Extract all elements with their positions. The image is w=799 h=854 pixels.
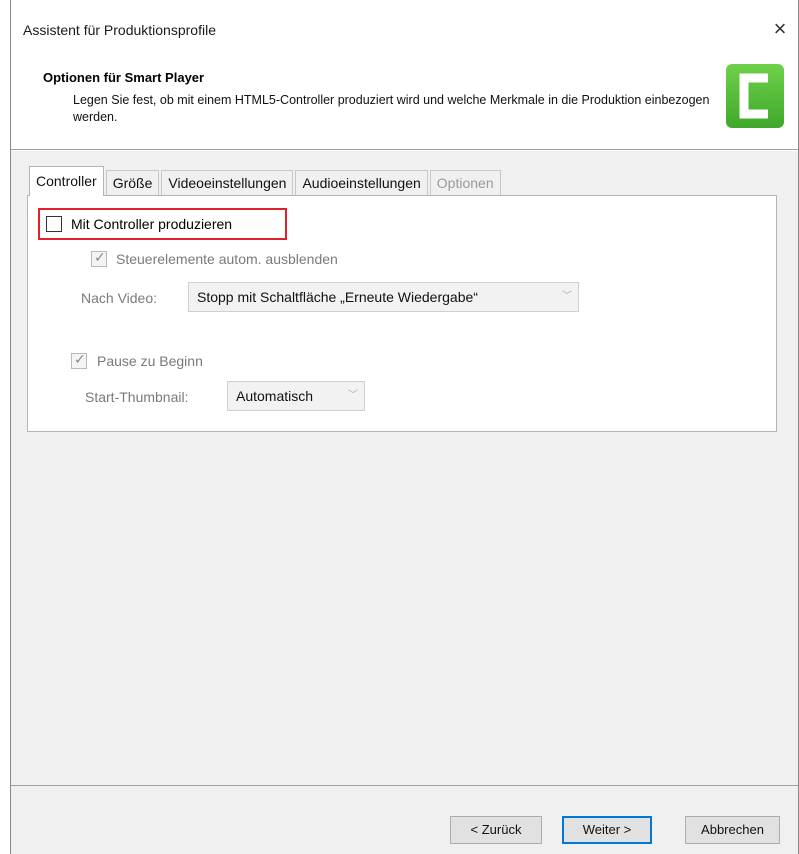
wizard-header: Optionen für Smart Player Legen Sie fest…: [11, 58, 798, 150]
start-thumbnail-dropdown[interactable]: Automatisch ﹀: [227, 381, 365, 411]
after-video-value: Stopp mit Schaltfläche „Erneute Wiederga…: [197, 289, 478, 305]
chevron-down-icon: ﹀: [348, 390, 358, 401]
produce-with-controller-label[interactable]: Mit Controller produzieren: [71, 216, 232, 232]
wizard-body: Controller Größe Videoeinstellungen Audi…: [11, 151, 798, 785]
close-icon[interactable]: ×: [768, 17, 792, 41]
start-thumbnail-value: Automatisch: [236, 388, 314, 404]
window-title: Assistent für Produktionsprofile: [23, 22, 216, 38]
pause-at-start-label: Pause zu Beginn: [97, 353, 203, 369]
page-description: Legen Sie fest, ob mit einem HTML5-Contr…: [73, 93, 710, 124]
cancel-button[interactable]: Abbrechen: [685, 816, 780, 844]
wizard-footer: < Zurück Weiter > Abbrechen: [11, 786, 798, 854]
autohide-controls-checkbox: [91, 250, 107, 267]
chevron-down-icon: ﹀: [562, 291, 572, 302]
controller-tab-panel: Mit Controller produzieren Steuerelement…: [27, 195, 777, 432]
produce-with-controller-checkbox[interactable]: [46, 216, 62, 232]
next-button[interactable]: Weiter >: [562, 816, 652, 844]
back-button[interactable]: < Zurück: [450, 816, 542, 844]
after-video-dropdown[interactable]: Stopp mit Schaltfläche „Erneute Wiederga…: [188, 282, 579, 312]
after-video-label: Nach Video:: [81, 290, 158, 306]
tab-audio-settings[interactable]: Audioeinstellungen: [295, 170, 428, 196]
start-thumbnail-label: Start-Thumbnail:: [85, 389, 189, 405]
production-wizard-window: Assistent für Produktionsprofile × Optio…: [10, 0, 799, 854]
tab-options: Optionen: [429, 170, 501, 196]
autohide-controls-label: Steuerelemente autom. ausblenden: [116, 251, 338, 267]
title-bar: Assistent für Produktionsprofile ×: [11, 0, 798, 58]
pause-at-start-checkbox: [71, 352, 87, 369]
tab-strip: Controller Größe Videoeinstellungen Audi…: [29, 166, 503, 196]
tab-controller[interactable]: Controller: [29, 166, 104, 196]
camtasia-logo-icon: [726, 64, 784, 128]
page-title: Optionen für Smart Player: [43, 70, 205, 85]
tab-size[interactable]: Größe: [105, 170, 160, 196]
tab-video-settings[interactable]: Videoeinstellungen: [161, 170, 294, 196]
